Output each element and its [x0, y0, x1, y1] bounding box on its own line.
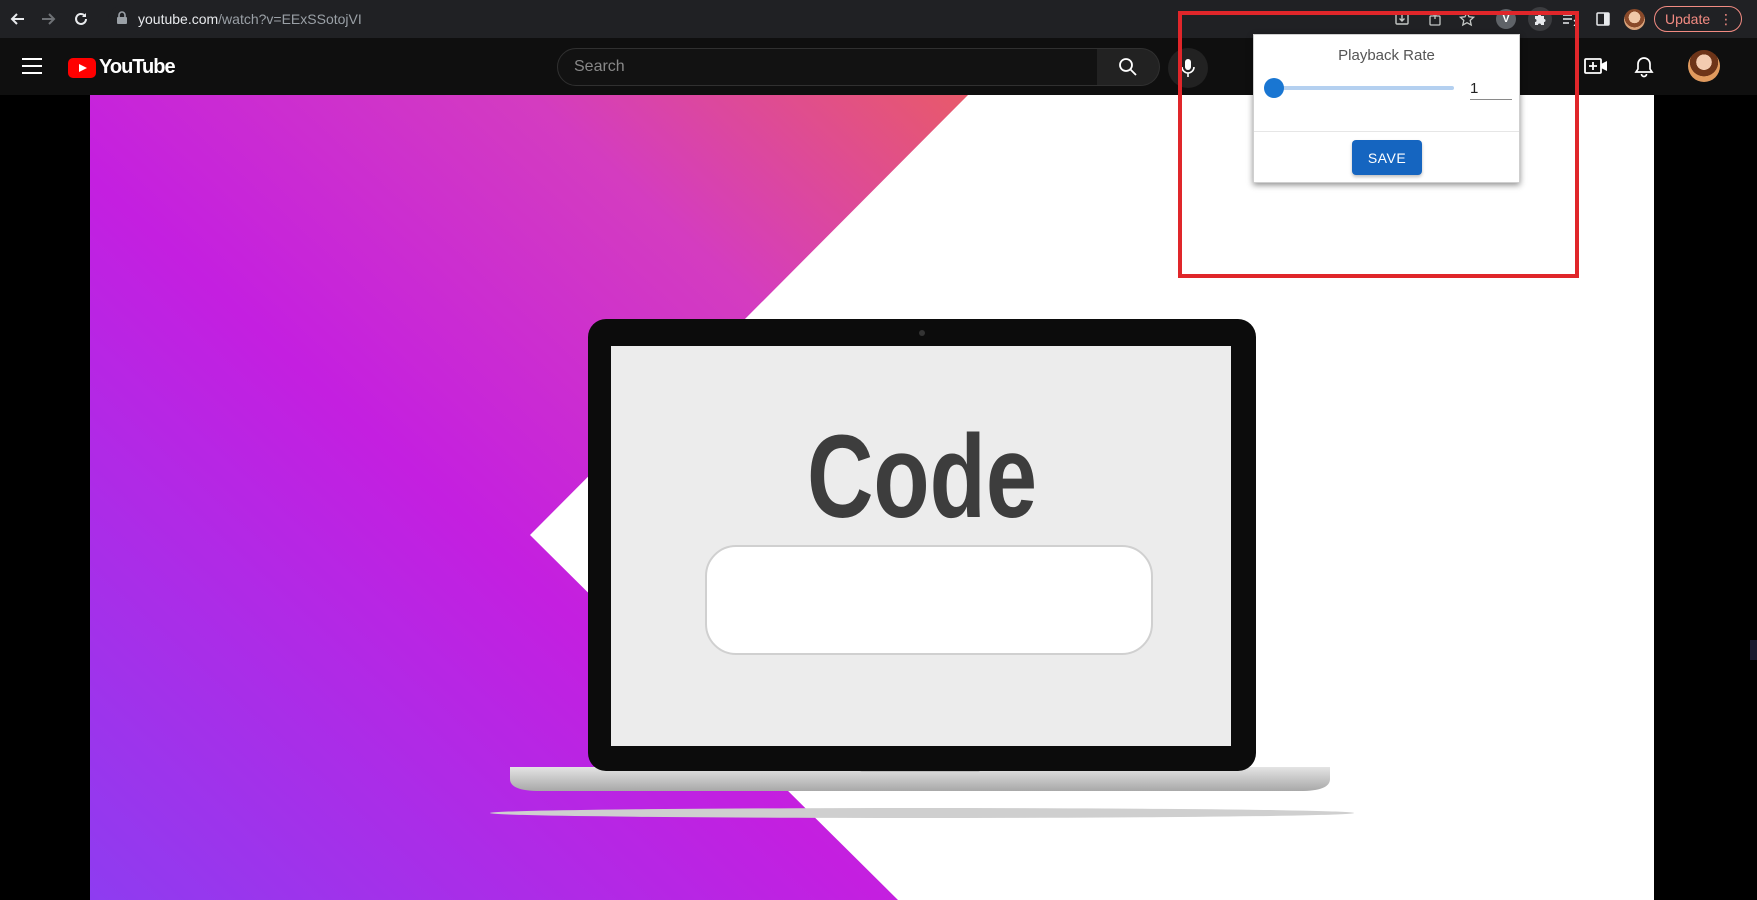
- playback-rate-slider-track[interactable]: [1264, 86, 1454, 90]
- popup-title: Playback Rate: [1338, 47, 1435, 64]
- video-thumbnail: Code: [90, 95, 1654, 900]
- playback-rate-input[interactable]: [1470, 78, 1512, 100]
- extension-v-button[interactable]: V: [1496, 9, 1516, 29]
- reload-button[interactable]: [71, 9, 91, 29]
- search-box: [557, 48, 1098, 86]
- lock-icon[interactable]: [116, 11, 128, 30]
- laptop-shadow: [490, 808, 1354, 818]
- arrow-left-icon: [10, 13, 24, 25]
- screen-input-pill: [705, 545, 1153, 655]
- create-video-icon: [1584, 58, 1607, 74]
- extensions-button[interactable]: [1528, 7, 1552, 31]
- youtube-play-logo-icon: [68, 57, 96, 78]
- search-input[interactable]: [558, 49, 1097, 85]
- update-label: Update: [1665, 11, 1711, 27]
- update-button[interactable]: Update ⋮: [1654, 6, 1742, 32]
- install-icon[interactable]: [1393, 10, 1411, 28]
- back-button[interactable]: [8, 9, 28, 29]
- search-button[interactable]: [1097, 48, 1160, 86]
- more-menu-icon[interactable]: ⋮: [1719, 12, 1733, 26]
- puzzle-icon: [1535, 14, 1546, 25]
- create-button[interactable]: [1584, 56, 1608, 81]
- popup-divider: [1254, 131, 1519, 132]
- profile-avatar[interactable]: [1624, 9, 1645, 30]
- bell-icon: [1634, 57, 1654, 78]
- voice-search-button[interactable]: [1168, 48, 1208, 88]
- reading-list-icon[interactable]: [1561, 10, 1579, 28]
- laptop-camera: [919, 330, 925, 336]
- forward-button[interactable]: [38, 9, 58, 29]
- url-path: /watch?v=EExSSotojVI: [218, 11, 362, 27]
- hamburger-icon[interactable]: [22, 58, 42, 74]
- thumbnail-code-text: Code: [807, 411, 1037, 543]
- microphone-icon: [1181, 59, 1195, 77]
- playback-rate-popup: Playback Rate SAVE: [1253, 34, 1520, 183]
- notifications-button[interactable]: [1634, 56, 1654, 83]
- share-icon[interactable]: [1426, 10, 1444, 28]
- playback-rate-slider-thumb[interactable]: [1264, 78, 1284, 98]
- search-icon: [1119, 58, 1137, 76]
- side-panel-icon[interactable]: [1594, 10, 1612, 28]
- browser-toolbar: youtube.com/watch?v=EExSSotojVI V Update…: [0, 0, 1757, 38]
- video-player[interactable]: Code: [90, 95, 1654, 900]
- star-icon[interactable]: [1458, 10, 1476, 28]
- account-avatar[interactable]: [1688, 50, 1720, 82]
- arrow-right-icon: [42, 13, 56, 25]
- reload-icon: [75, 12, 87, 25]
- scrollbar-thumb[interactable]: [1750, 640, 1757, 660]
- save-button[interactable]: SAVE: [1352, 140, 1422, 175]
- url-text[interactable]: youtube.com/watch?v=EExSSotojVI: [138, 11, 362, 27]
- youtube-logo[interactable]: YouTube: [68, 56, 176, 79]
- youtube-logo-text: YouTube: [99, 56, 176, 78]
- url-domain: youtube.com: [138, 11, 219, 27]
